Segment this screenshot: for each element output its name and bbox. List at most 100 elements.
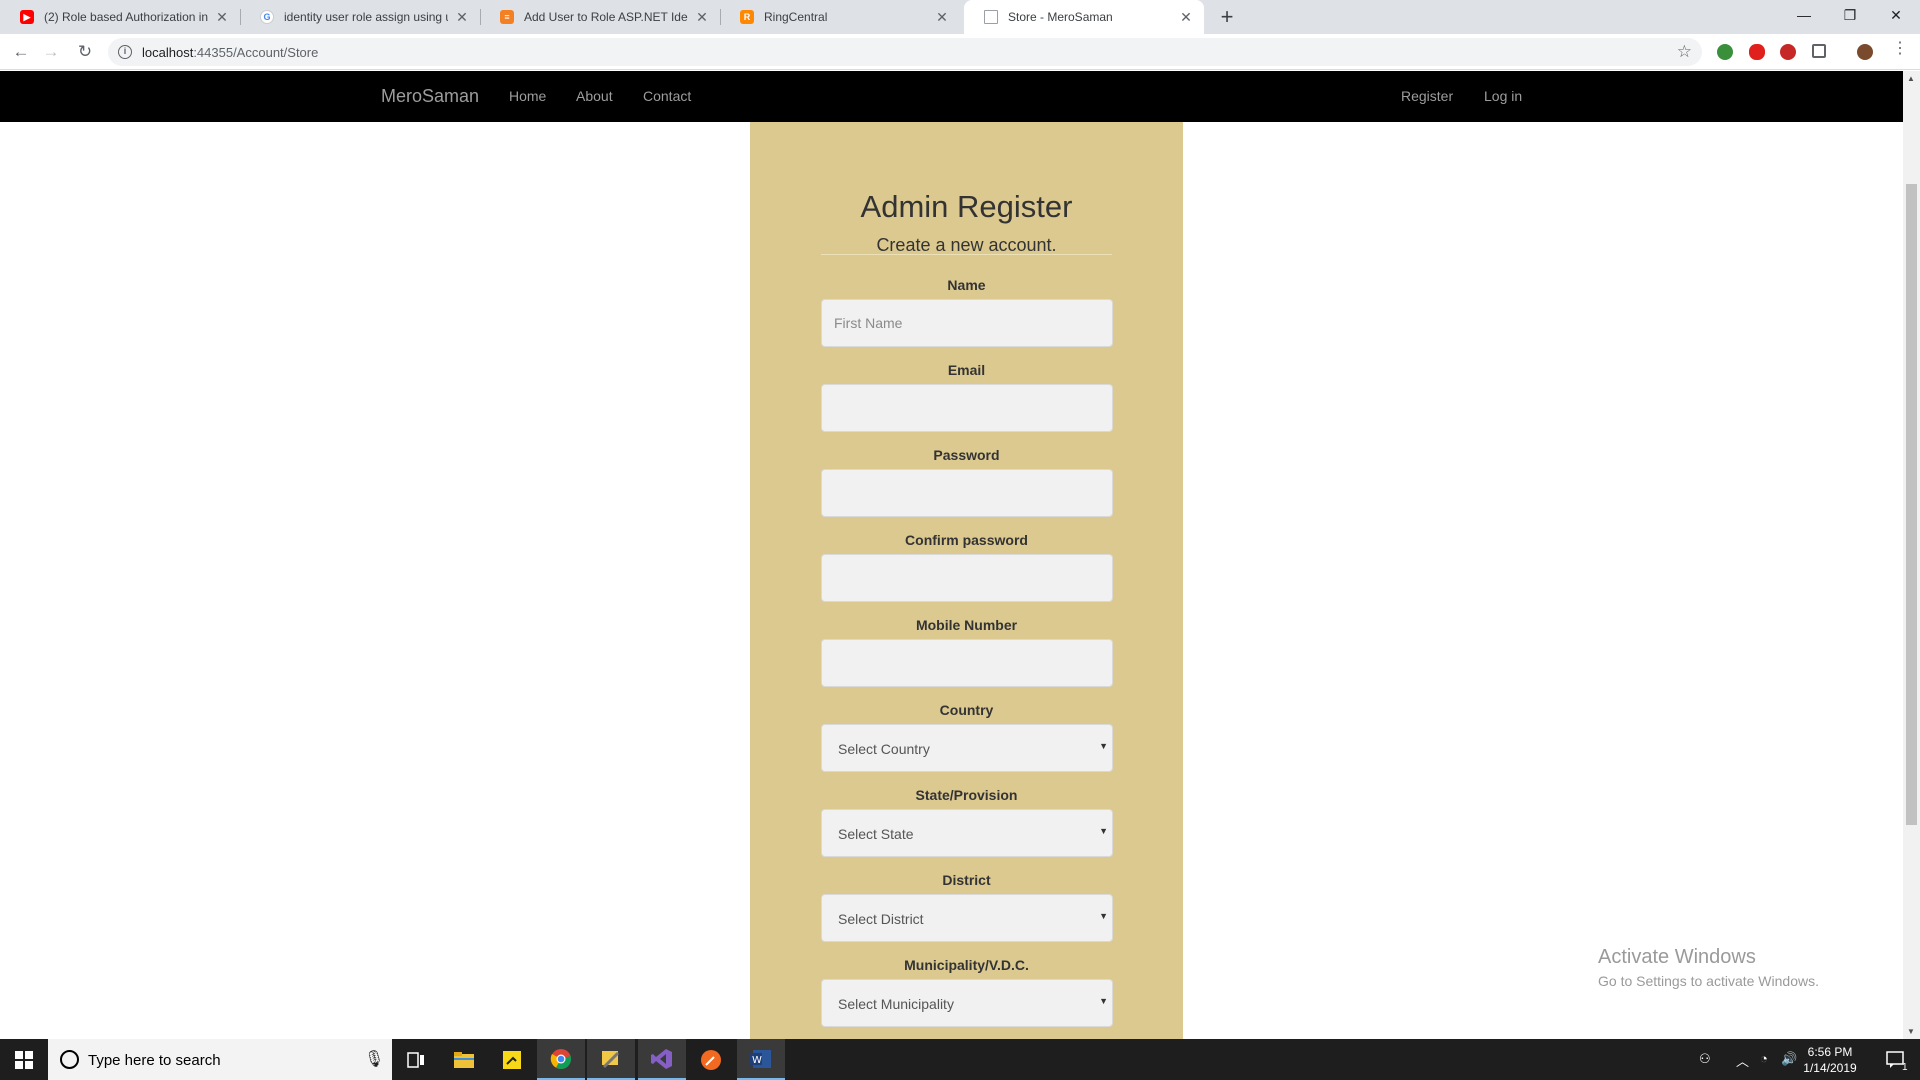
tab-title: Store - MeroSaman — [1008, 10, 1113, 24]
cortana-icon — [60, 1050, 79, 1069]
forward-icon[interactable]: → — [39, 40, 63, 64]
url-text[interactable]: localhost:44355/Account/Store — [142, 45, 318, 60]
site-navbar: MeroSaman Home About Contact Register Lo… — [0, 71, 1903, 122]
tab-role-based-authorization[interactable]: ▶ (2) Role based Authorization in A ✕ — [0, 0, 240, 34]
cast-icon[interactable] — [1812, 44, 1826, 58]
tab-title: RingCentral — [764, 10, 828, 24]
reload-icon[interactable]: ↻ — [73, 40, 97, 64]
taskbar-search-box[interactable]: Type here to search 🎙 — [48, 1039, 392, 1080]
confirm-password-input[interactable] — [821, 554, 1113, 602]
nav-link-contact[interactable]: Contact — [643, 88, 691, 104]
close-tab-icon[interactable]: ✕ — [934, 9, 950, 26]
tab-ringcentral[interactable]: R RingCentral ✕ — [720, 0, 960, 34]
word-icon[interactable]: W — [737, 1039, 785, 1080]
scrollbar-thumb[interactable] — [1906, 184, 1917, 825]
chevron-down-icon: ▼ — [1099, 996, 1108, 1006]
register-panel: Admin Register Create a new account. Nam… — [750, 122, 1183, 1039]
extension-red-icon[interactable] — [1780, 44, 1796, 60]
chevron-down-icon: ▼ — [1099, 741, 1108, 751]
page-viewport: MeroSaman Home About Contact Register Lo… — [0, 71, 1920, 1039]
show-hidden-icons-icon[interactable]: ︿ — [1736, 1051, 1749, 1070]
mobile-number-input[interactable] — [821, 639, 1113, 687]
country-label: Country — [939, 702, 994, 718]
ringcentral-icon: R — [740, 10, 754, 24]
restore-icon[interactable]: ❐ — [1827, 0, 1873, 30]
clock-date: 1/14/2019 — [1803, 1061, 1857, 1075]
chrome-menu-icon[interactable]: ⋮ — [1892, 41, 1908, 57]
brand-link[interactable]: MeroSaman — [381, 86, 479, 107]
nav-link-home[interactable]: Home — [509, 88, 546, 104]
password-label: Password — [933, 447, 1000, 463]
chrome-glyph — [550, 1048, 572, 1069]
municipality-label: Municipality/V.D.C. — [904, 957, 1029, 973]
task-view-glyph — [407, 1051, 424, 1068]
site-info-icon[interactable]: i — [118, 45, 132, 59]
page-scrollbar[interactable]: ▲ ▼ — [1903, 71, 1920, 1039]
chrome-taskbar-icon[interactable] — [537, 1039, 585, 1080]
password-input[interactable] — [821, 469, 1113, 517]
nav-link-login[interactable]: Log in — [1484, 88, 1522, 104]
opera-icon[interactable] — [1749, 44, 1765, 60]
task-view-icon[interactable] — [392, 1039, 440, 1080]
close-tab-icon[interactable]: ✕ — [694, 9, 710, 26]
visual-studio-glyph — [651, 1048, 672, 1069]
municipality-select[interactable]: Select Municipality ▼ — [821, 979, 1113, 1027]
start-button[interactable] — [0, 1039, 48, 1080]
sticky-notes-icon[interactable] — [488, 1039, 536, 1080]
stackoverflow-icon: ≡ — [500, 10, 514, 24]
network-icon[interactable]: ◔ — [1760, 1051, 1768, 1066]
tools-app-icon[interactable] — [587, 1039, 635, 1080]
state-select[interactable]: Select State ▼ — [821, 809, 1113, 857]
close-tab-icon[interactable]: ✕ — [454, 9, 470, 26]
google-icon: G — [260, 10, 274, 24]
word-glyph: W — [750, 1049, 771, 1068]
minimize-icon[interactable]: — — [1781, 0, 1827, 30]
url-path: :44355/Account/Store — [193, 45, 319, 60]
nav-link-about[interactable]: About — [576, 88, 613, 104]
district-select[interactable]: Select District ▼ — [821, 894, 1113, 942]
taskbar-clock[interactable]: 6:56 PM 1/14/2019 — [1795, 1044, 1865, 1076]
divider — [821, 254, 1112, 255]
page-icon — [984, 10, 998, 24]
email-input[interactable] — [821, 384, 1113, 432]
extension-green-icon[interactable] — [1717, 44, 1733, 60]
compass-app-icon[interactable] — [687, 1039, 735, 1080]
tools-glyph — [602, 1050, 620, 1068]
svg-text:W: W — [752, 1055, 762, 1066]
tab-identity-user-role[interactable]: G identity user role assign using us ✕ — [240, 0, 480, 34]
action-center-icon[interactable]: 1 — [1872, 1039, 1920, 1080]
scroll-down-icon[interactable]: ▼ — [1907, 1027, 1915, 1036]
country-select[interactable]: Select Country ▼ — [821, 724, 1113, 772]
scroll-up-icon[interactable]: ▲ — [1907, 74, 1915, 83]
activate-windows-watermark: Activate Windows Go to Settings to activ… — [1598, 946, 1819, 989]
profile-avatar[interactable] — [1857, 44, 1873, 60]
url-host: localhost — [142, 45, 194, 60]
mobile-number-label: Mobile Number — [915, 617, 1018, 633]
microphone-icon[interactable]: 🎙 — [364, 1049, 384, 1069]
tab-store-merosaman[interactable]: Store - MeroSaman ✕ — [964, 0, 1204, 34]
municipality-select-value: Select Municipality — [838, 996, 954, 1012]
address-bar[interactable]: i localhost:44355/Account/Store ☆ — [108, 38, 1702, 66]
browser-toolbar: ← → ↻ i localhost:44355/Account/Store ☆ — [0, 34, 1920, 70]
email-label: Email — [947, 362, 986, 378]
close-tab-icon[interactable]: ✕ — [1178, 9, 1194, 26]
new-tab-button[interactable]: + — [1214, 4, 1240, 30]
back-icon[interactable]: ← — [9, 40, 33, 64]
people-icon[interactable]: ⚇ — [1699, 1051, 1711, 1067]
close-tab-icon[interactable]: ✕ — [214, 9, 230, 26]
watermark-subtitle: Go to Settings to activate Windows. — [1598, 973, 1819, 989]
district-label: District — [942, 872, 991, 888]
visual-studio-icon[interactable] — [638, 1039, 686, 1080]
compass-glyph — [701, 1049, 721, 1070]
close-window-icon[interactable]: ✕ — [1873, 0, 1919, 30]
folder-glyph — [454, 1051, 474, 1068]
bookmark-star-icon[interactable]: ☆ — [1677, 42, 1692, 62]
tab-add-user-to-role[interactable]: ≡ Add User to Role ASP.NET Identit ✕ — [480, 0, 720, 34]
country-select-value: Select Country — [838, 741, 930, 757]
file-explorer-icon[interactable] — [440, 1039, 488, 1080]
chevron-down-icon: ▼ — [1099, 826, 1108, 836]
nav-link-register[interactable]: Register — [1401, 88, 1453, 104]
page-title: Admin Register — [860, 189, 1073, 224]
name-input[interactable] — [821, 299, 1113, 347]
state-label: State/Provision — [915, 787, 1018, 803]
